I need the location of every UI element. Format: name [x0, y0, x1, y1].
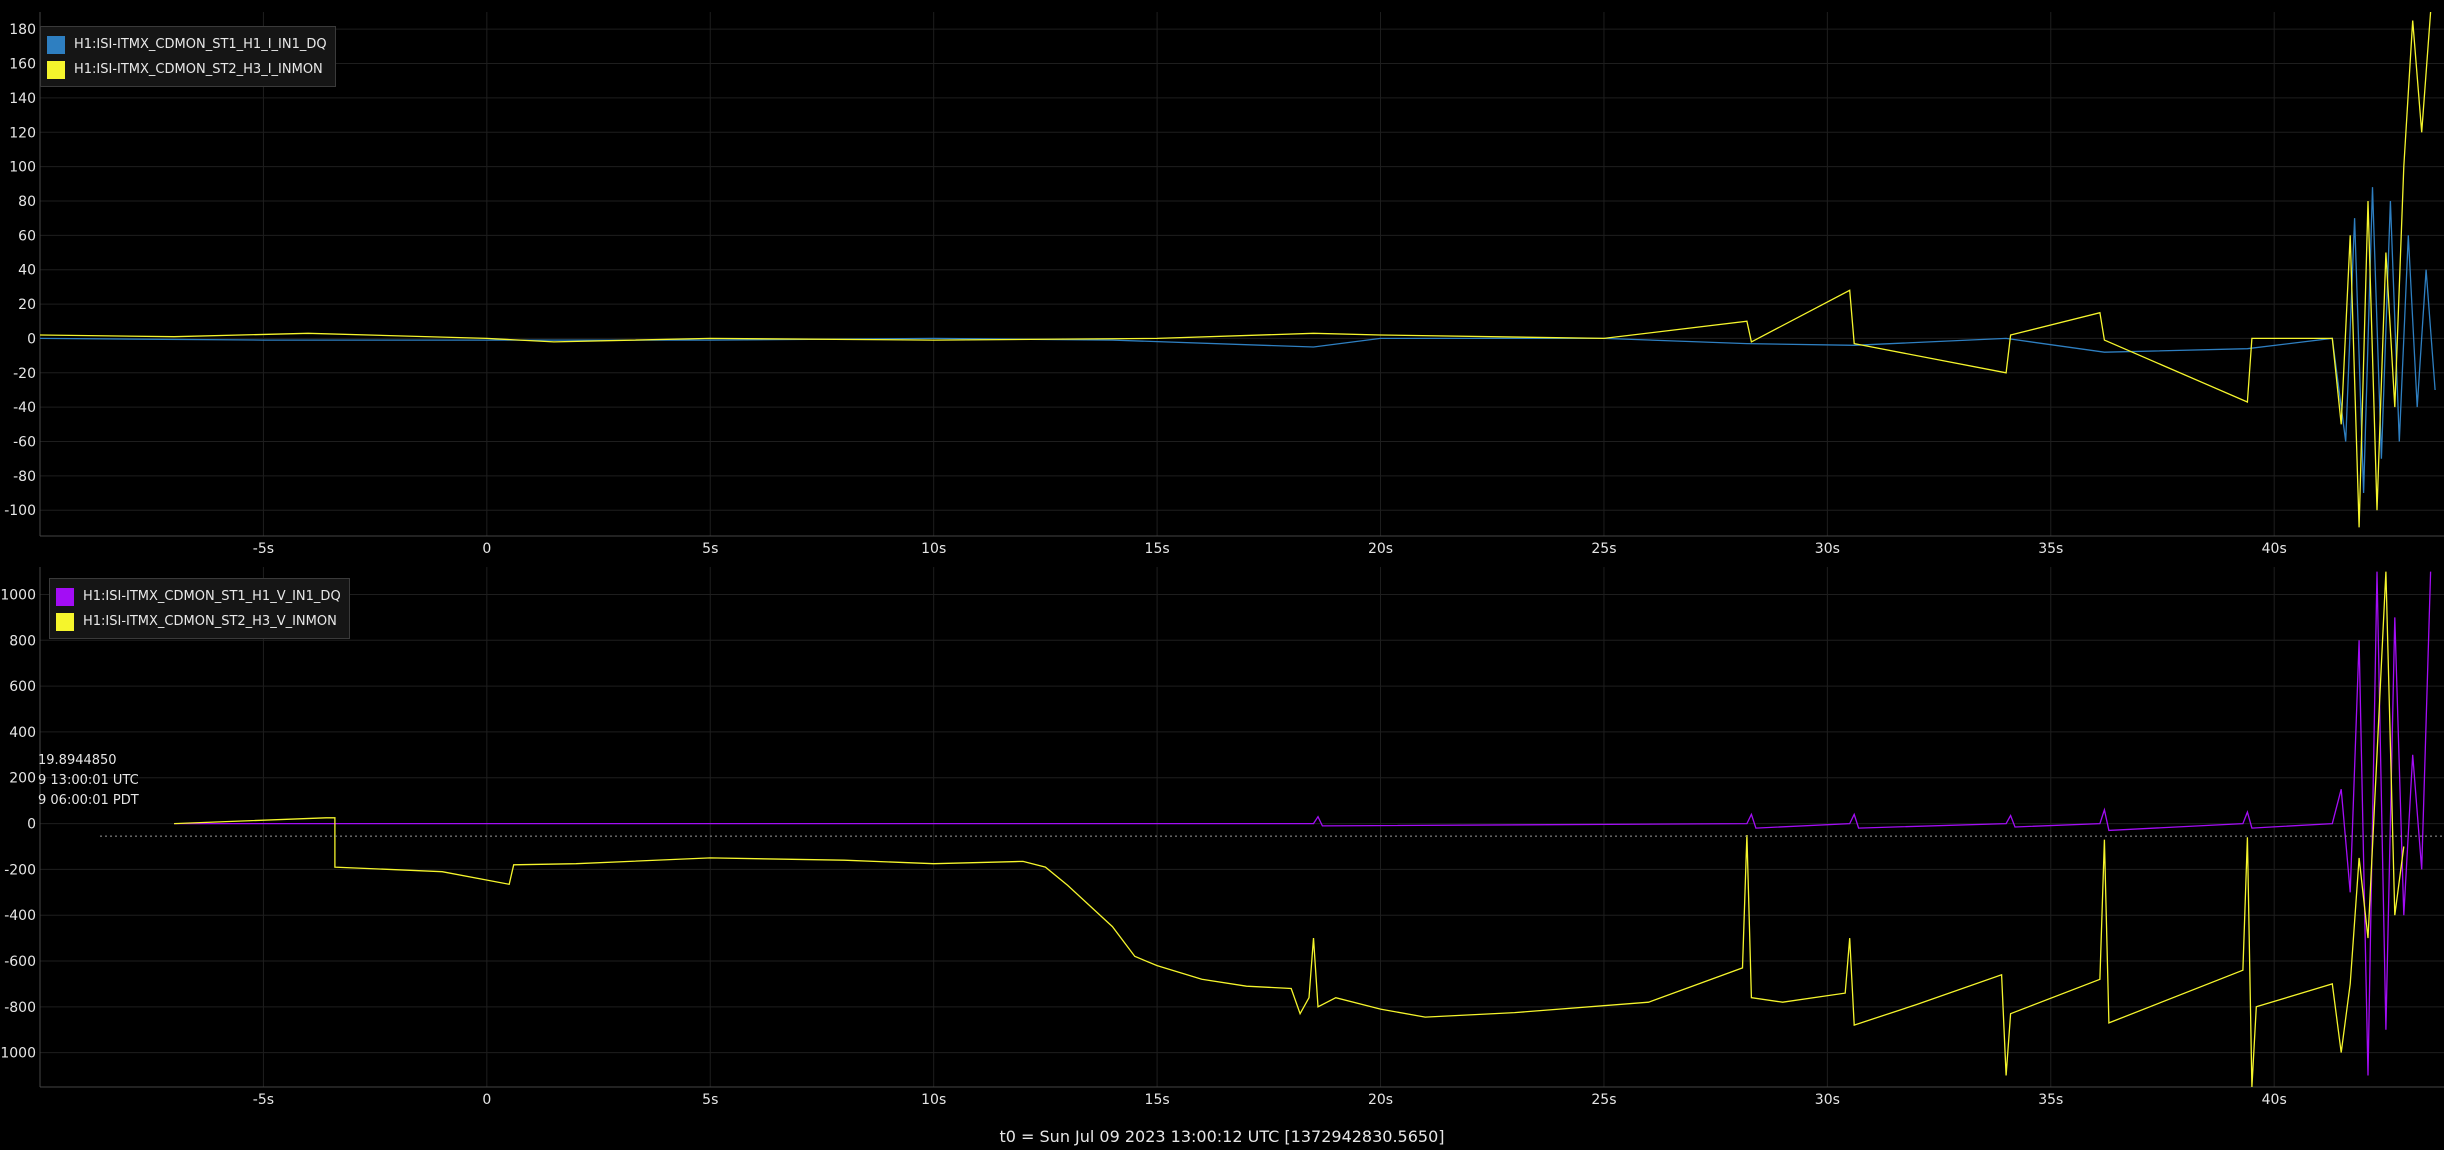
legend-bottom: H1:ISI-ITMX_CDMON_ST1_H1_V_IN1_DQ H1:ISI… [49, 578, 350, 639]
x-tick-label: 5s [702, 1092, 718, 1108]
y-tick-label: 80 [18, 194, 36, 210]
x-tick-label: 30s [1815, 541, 1840, 557]
y-tick-label: -600 [4, 954, 36, 970]
legend-item[interactable]: H1:ISI-ITMX_CDMON_ST1_H1_V_IN1_DQ [56, 584, 341, 609]
y-tick-label: -800 [4, 1000, 36, 1016]
legend-item[interactable]: H1:ISI-ITMX_CDMON_ST2_H3_V_INMON [56, 609, 341, 634]
legend-top: H1:ISI-ITMX_CDMON_ST1_H1_I_IN1_DQ H1:ISI… [40, 26, 336, 87]
x-tick-label: 15s [1145, 541, 1170, 557]
y-tick-label: 200 [9, 771, 36, 787]
y-tick-label: 60 [18, 228, 36, 244]
legend-label: H1:ISI-ITMX_CDMON_ST2_H3_V_INMON [83, 614, 337, 629]
legend-label: H1:ISI-ITMX_CDMON_ST1_H1_I_IN1_DQ [74, 37, 327, 52]
chart-panel-1: -5s 0 5s 10s 15s 20s 25s 30s 35s 40s 180 160 140 120 1… [4, 12, 2444, 557]
series-line-2 [174, 571, 2405, 1087]
x-tick-label: 10s [921, 541, 946, 557]
x-tick-label: 0 [482, 1092, 491, 1108]
y-tick-label: 180 [9, 22, 36, 38]
x-tick-label: -5s [253, 1092, 274, 1108]
legend-swatch-yellow [47, 60, 65, 79]
legend-label: H1:ISI-ITMX_CDMON_ST1_H1_V_IN1_DQ [83, 589, 341, 604]
y-tick-label: -20 [13, 366, 36, 382]
x-tick-label: 10s [921, 1092, 946, 1108]
legend-item[interactable]: H1:ISI-ITMX_CDMON_ST1_H1_I_IN1_DQ [47, 32, 327, 57]
y-tick-label: -1000 [0, 1046, 36, 1062]
series-line-1 [40, 187, 2436, 494]
t0-footer: t0 = Sun Jul 09 2023 13:00:12 UTC [13729… [999, 1127, 1445, 1146]
legend-swatch-purple [56, 587, 74, 606]
x-tick-label: 40s [2262, 1092, 2287, 1108]
y-tick-label: 800 [9, 633, 36, 649]
cursor-readout-pdt: 9 06:00:01 PDT [38, 793, 139, 808]
cursor-readout: 19.8944850 9 13:00:01 UTC 9 06:00:01 PDT [38, 751, 139, 811]
cursor-readout-value: 19.8944850 [38, 753, 117, 768]
x-tick-label: 30s [1815, 1092, 1840, 1108]
y-tick-label: 100 [9, 160, 36, 176]
y-tick-label: 0 [27, 331, 36, 347]
x-tick-label: 20s [1368, 541, 1393, 557]
y-tick-label: 40 [18, 263, 36, 279]
x-tick-label: 15s [1145, 1092, 1170, 1108]
x-tick-label: 0 [482, 541, 491, 557]
y-tick-label: 140 [9, 91, 36, 107]
y-tick-label: 0 [27, 817, 36, 833]
x-tick-label: -5s [253, 541, 274, 557]
legend-label: H1:ISI-ITMX_CDMON_ST2_H3_I_INMON [74, 62, 323, 77]
legend-swatch-yellow [56, 612, 74, 631]
y-tick-label: 160 [9, 57, 36, 73]
y-tick-label: 600 [9, 679, 36, 695]
legend-item[interactable]: H1:ISI-ITMX_CDMON_ST2_H3_I_INMON [47, 57, 327, 82]
series-line-1 [174, 571, 2432, 1076]
chart-panel-2: -5s 0 5s 10s 15s 20s 25s 30s 35s 40s 1000 800 600 400… [0, 567, 2444, 1108]
y-tick-label: -200 [4, 862, 36, 878]
y-tick-label: -400 [4, 908, 36, 924]
legend-swatch-blue [47, 35, 65, 54]
y-tick-label: 400 [9, 725, 36, 741]
y-tick-label: 120 [9, 125, 36, 141]
x-tick-label: 25s [1591, 541, 1616, 557]
y-tick-label: -60 [13, 435, 36, 451]
x-tick-label: 25s [1591, 1092, 1616, 1108]
y-tick-label: 20 [18, 297, 36, 313]
y-tick-label: -100 [4, 503, 36, 519]
x-tick-label: 40s [2262, 541, 2287, 557]
x-tick-label: 35s [2038, 541, 2063, 557]
y-tick-label: -40 [13, 400, 36, 416]
x-tick-label: 20s [1368, 1092, 1393, 1108]
cursor-readout-utc: 9 13:00:01 UTC [38, 773, 139, 788]
y-tick-label: 1000 [0, 587, 36, 603]
plot-canvas[interactable]: -5s 0 5s 10s 15s 20s 25s 30s 35s 40s 180 160 140 120 1… [0, 0, 2444, 1150]
x-tick-label: 5s [702, 541, 718, 557]
y-tick-label: -80 [13, 469, 36, 485]
x-tick-label: 35s [2038, 1092, 2063, 1108]
